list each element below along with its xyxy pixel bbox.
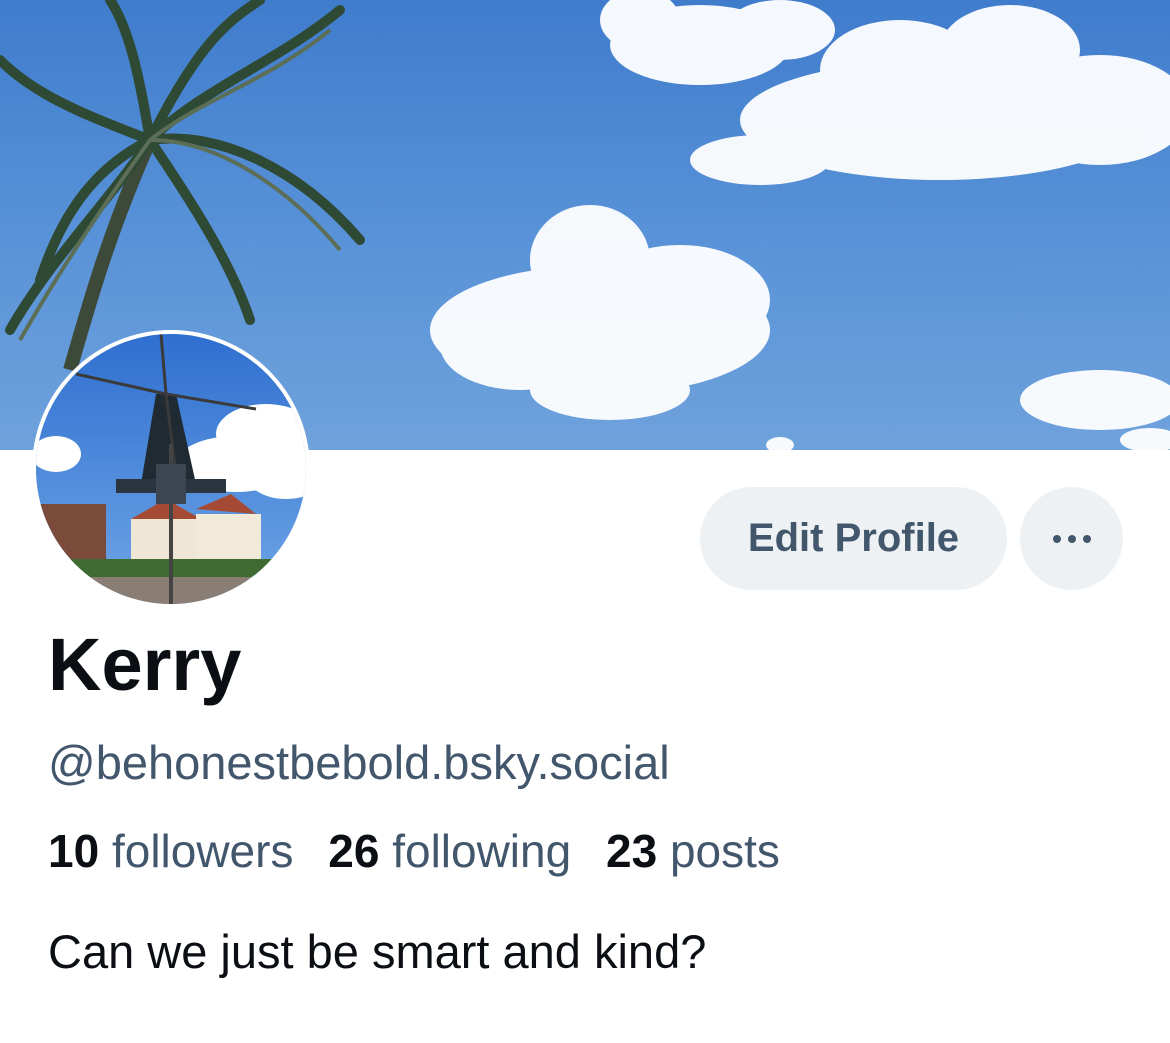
posts-label: posts [669, 825, 780, 877]
profile-handle: @behonestbebold.bsky.social [48, 736, 670, 789]
palm-tree [0, 0, 365, 372]
display-name: Kerry [48, 623, 242, 706]
edit-profile-button[interactable]: Edit Profile [700, 487, 1007, 590]
followers-count: 10 [48, 825, 100, 877]
following-count: 26 [328, 825, 380, 877]
profile-stats: 10 followers 26 following 23 posts [48, 826, 802, 877]
posts-stat: 23 posts [606, 825, 780, 877]
cloud-shapes [430, 0, 1170, 450]
following-label: following [392, 825, 572, 877]
posts-count: 23 [605, 825, 658, 877]
following-stat[interactable]: 26 following [328, 825, 571, 877]
followers-stat[interactable]: 10 followers [48, 825, 293, 877]
followers-label: followers [111, 825, 294, 877]
more-options-button[interactable] [1020, 487, 1123, 590]
ellipsis-icon [1052, 534, 1091, 543]
avatar[interactable] [32, 330, 310, 608]
avatar-image [36, 334, 306, 604]
profile-bio: Can we just be smart and kind? [48, 925, 707, 978]
